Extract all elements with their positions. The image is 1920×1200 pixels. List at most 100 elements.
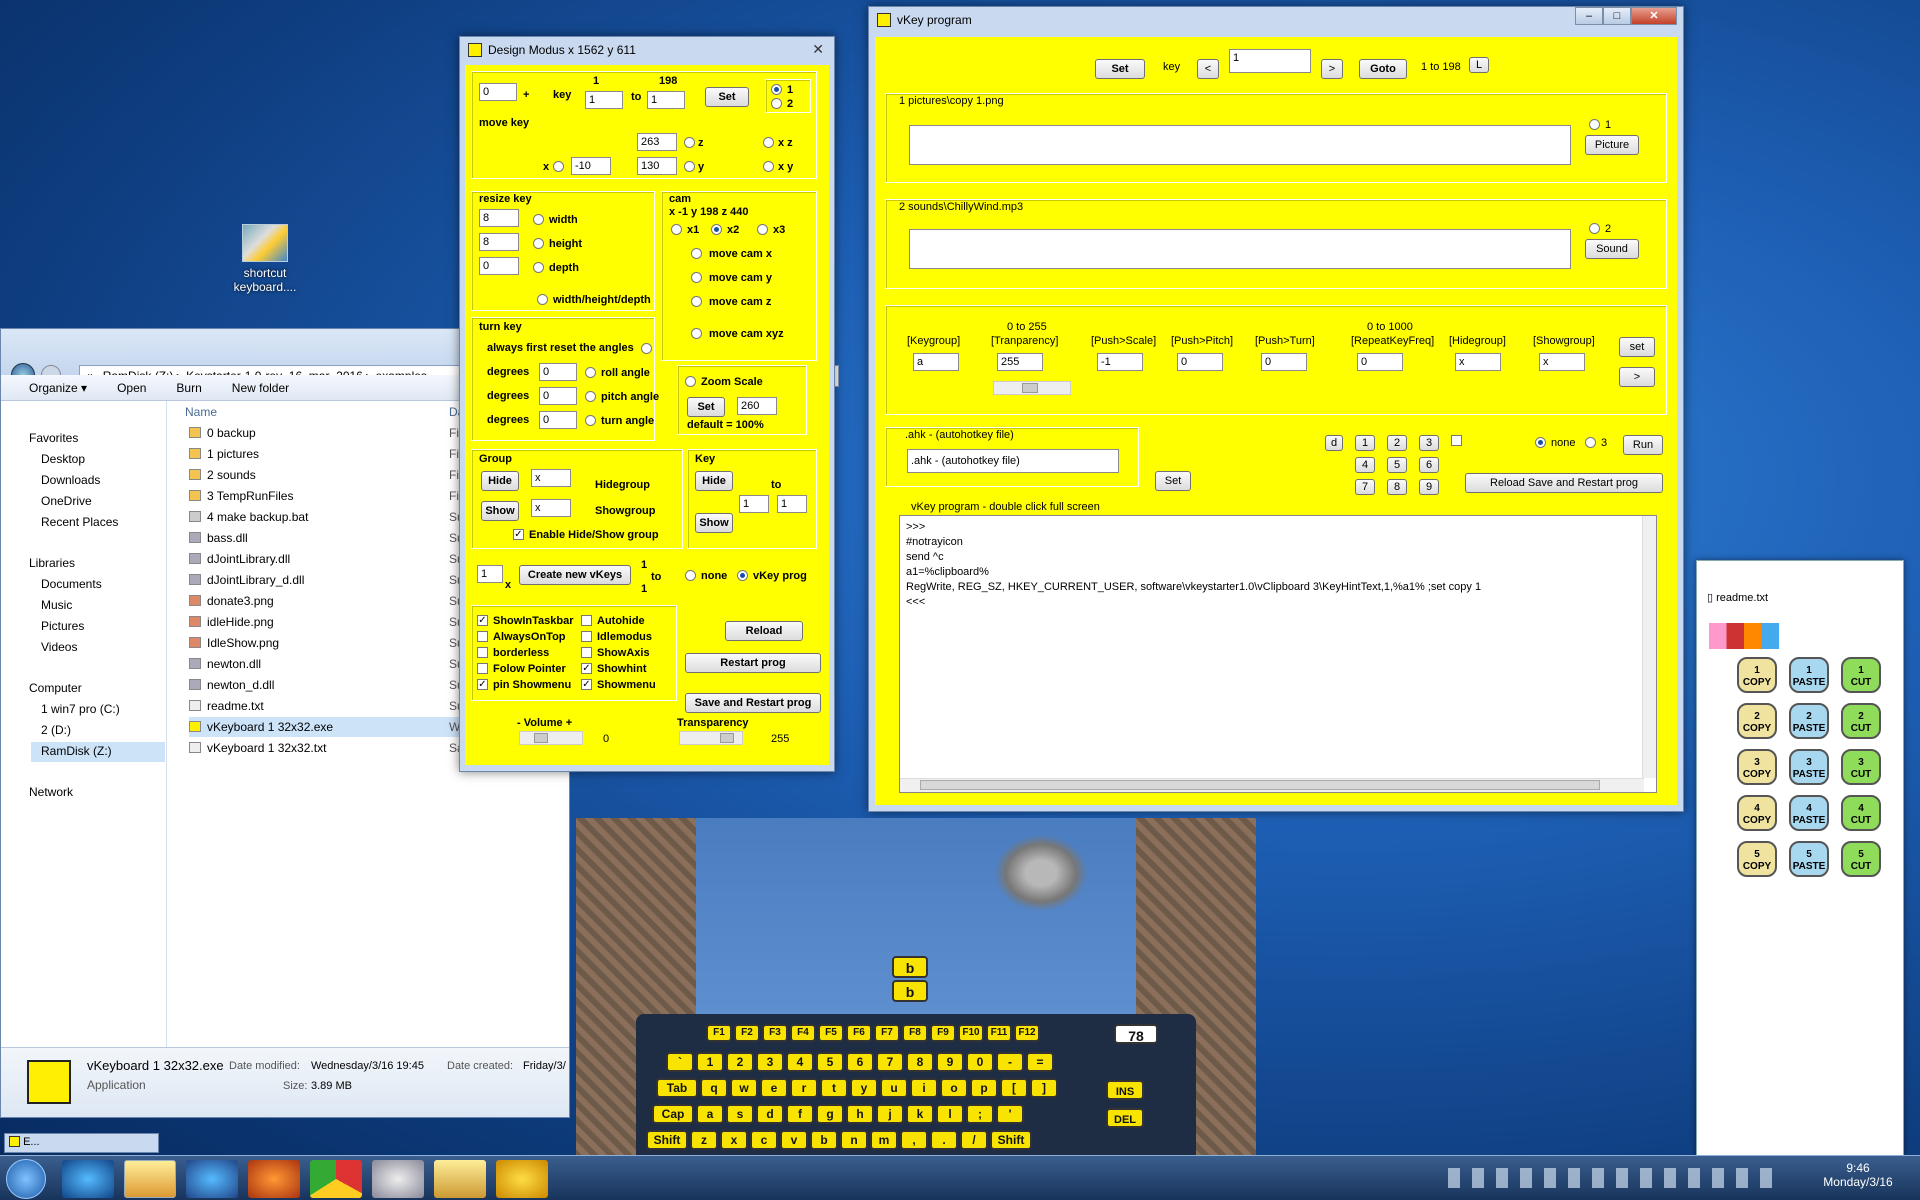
option2-checkbox[interactable]: ✓ [581, 679, 592, 690]
nav-libraries[interactable]: Libraries [29, 556, 75, 570]
fkey[interactable]: F7 [874, 1024, 900, 1042]
option-checkbox[interactable]: ✓ [477, 679, 488, 690]
num-button-3[interactable]: 3 [1419, 435, 1439, 451]
fkey[interactable]: F8 [902, 1024, 928, 1042]
nav-downloads[interactable]: Downloads [41, 473, 100, 487]
keyboard-key[interactable]: / [960, 1130, 988, 1150]
nav-videos[interactable]: Videos [41, 640, 77, 654]
paste-button-3[interactable]: 3 PASTE [1789, 749, 1829, 785]
fkey[interactable]: F9 [930, 1024, 956, 1042]
copy-button-4[interactable]: 4 COPY [1737, 795, 1777, 831]
key-end-input[interactable]: 1 [647, 91, 685, 109]
ie-taskbar-icon[interactable] [62, 1160, 114, 1198]
keyboard-key[interactable]: s [726, 1104, 754, 1124]
reload-button[interactable]: Reload [725, 621, 803, 641]
keyboard-key[interactable]: d [756, 1104, 784, 1124]
keyboard-key[interactable]: f [786, 1104, 814, 1124]
none-radio[interactable] [685, 570, 696, 581]
turn-input[interactable]: 0 [539, 411, 577, 429]
cut-button-2[interactable]: 2 CUT [1841, 703, 1881, 739]
restart-button[interactable]: Restart prog [685, 653, 821, 673]
clock[interactable]: 9:46 Monday/3/16 [1818, 1161, 1898, 1189]
col-name-header[interactable]: Name [185, 405, 217, 419]
num-button-8[interactable]: 8 [1387, 479, 1407, 495]
hidegroup-input[interactable]: x [531, 469, 571, 487]
property-input[interactable]: a [913, 353, 959, 371]
property-input[interactable]: x [1539, 353, 1585, 371]
key-set-button[interactable]: Set [705, 87, 749, 107]
group-hide-button[interactable]: Hide [481, 471, 519, 491]
keyboard-key[interactable]: y [850, 1078, 878, 1098]
property-input[interactable]: 0 [1177, 353, 1223, 371]
z-radio[interactable] [684, 137, 695, 148]
option-checkbox[interactable]: ✓ [477, 615, 488, 626]
fkey[interactable]: F5 [818, 1024, 844, 1042]
pitch-input[interactable]: 0 [539, 387, 577, 405]
keyboard-key[interactable]: p [970, 1078, 998, 1098]
keyboard-key[interactable]: m [870, 1130, 898, 1150]
x-input[interactable]: -10 [571, 157, 611, 175]
fkey[interactable]: F2 [734, 1024, 760, 1042]
keyboard-key[interactable]: k [906, 1104, 934, 1124]
cam-x2-radio[interactable] [711, 224, 722, 235]
none-ahk-radio[interactable] [1535, 437, 1546, 448]
organize-menu[interactable]: Organize ▾ [29, 381, 87, 395]
start-button[interactable] [6, 1159, 46, 1199]
depth-radio[interactable] [533, 262, 544, 273]
properties-scrollbar[interactable] [993, 381, 1071, 395]
picture-button[interactable]: Picture [1585, 135, 1639, 155]
ahk-checkbox[interactable] [1451, 435, 1462, 446]
properties-next-button[interactable]: > [1619, 367, 1655, 387]
keyboard-key[interactable]: . [930, 1130, 958, 1150]
copy-button-1[interactable]: 1 COPY [1737, 657, 1777, 693]
whd-radio[interactable] [537, 294, 548, 305]
keyboard-key[interactable]: 1 [696, 1052, 724, 1072]
move-cam-xyz-radio[interactable] [691, 328, 702, 339]
ntz-taskbar-icon[interactable] [496, 1160, 548, 1198]
keyboard-key[interactable]: 4 [786, 1052, 814, 1072]
vkey-prog-radio[interactable] [737, 570, 748, 581]
properties-set-button[interactable]: set [1619, 337, 1655, 357]
keyboard-key[interactable]: v [780, 1130, 808, 1150]
keyboard-key[interactable]: t [820, 1078, 848, 1098]
keyboard-key[interactable]: l [936, 1104, 964, 1124]
tray-icons[interactable] [1448, 1168, 1778, 1188]
maximize-button[interactable]: □ [1603, 7, 1631, 25]
zoom-set-button[interactable]: Set [687, 397, 725, 417]
property-input[interactable]: 0 [1261, 353, 1307, 371]
keyboard-key[interactable]: 5 [816, 1052, 844, 1072]
property-input[interactable]: 0 [1357, 353, 1403, 371]
keyboard-key[interactable]: i [910, 1078, 938, 1098]
readme-item[interactable]: ▯ readme.txt [1707, 591, 1768, 604]
keyboard-key[interactable]: q [700, 1078, 728, 1098]
close-button[interactable]: ✕ [1631, 7, 1677, 25]
save-restart-button[interactable]: Save and Restart prog [685, 693, 821, 713]
app-taskbar-icon[interactable] [186, 1160, 238, 1198]
roll-radio[interactable] [585, 367, 596, 378]
z-input[interactable]: 263 [637, 133, 677, 151]
nav-network[interactable]: Network [29, 785, 73, 799]
option-checkbox[interactable] [477, 631, 488, 642]
paste-button-1[interactable]: 1 PASTE [1789, 657, 1829, 693]
property-input[interactable]: x [1455, 353, 1501, 371]
keyboard-key[interactable]: r [790, 1078, 818, 1098]
sound-field[interactable] [909, 229, 1571, 269]
program-editor[interactable]: >>> #notrayicon send ^c a1=%clipboard% RegWr… [899, 515, 1657, 793]
num-button-2[interactable]: 2 [1387, 435, 1407, 451]
properties-scroll-thumb[interactable] [1022, 383, 1038, 393]
option-checkbox[interactable] [477, 647, 488, 658]
xz-radio[interactable] [763, 137, 774, 148]
paste-button-2[interactable]: 2 PASTE [1789, 703, 1829, 739]
keyboard-key[interactable]: n [840, 1130, 868, 1150]
keyboard-key[interactable]: w [730, 1078, 758, 1098]
key-b-2[interactable]: b [892, 980, 928, 1002]
explorer-taskbar-icon[interactable] [124, 1160, 176, 1198]
nav-favorites[interactable]: Favorites [29, 431, 78, 445]
xy-radio[interactable] [763, 161, 774, 172]
keyboard-key[interactable]: e [760, 1078, 788, 1098]
showgroup-input[interactable]: x [531, 499, 571, 517]
d-button[interactable]: d [1325, 435, 1343, 451]
prev-key-button[interactable]: < [1197, 59, 1219, 79]
keyboard-key[interactable]: c [750, 1130, 778, 1150]
keyboard-key[interactable]: 8 [906, 1052, 934, 1072]
